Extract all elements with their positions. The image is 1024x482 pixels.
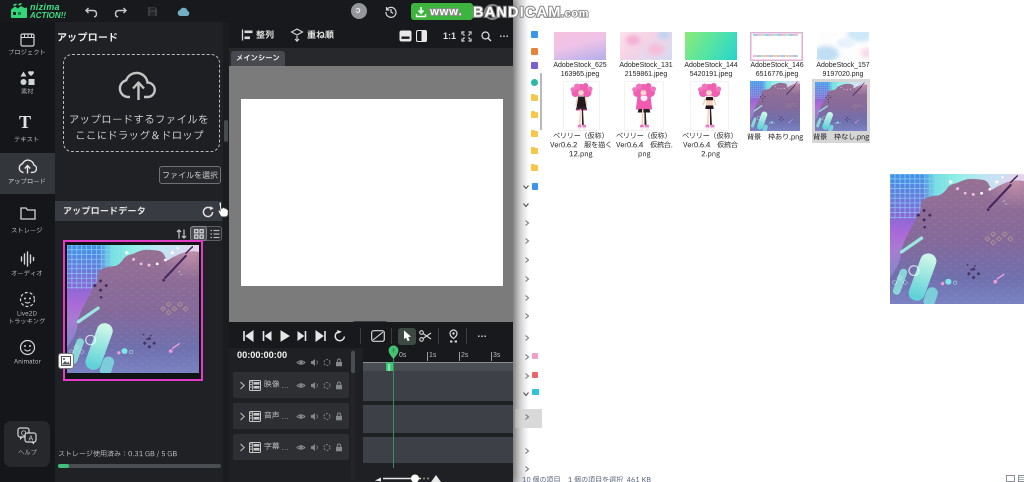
svg-text:A: A [29, 436, 34, 443]
svg-text:Q: Q [21, 431, 27, 438]
